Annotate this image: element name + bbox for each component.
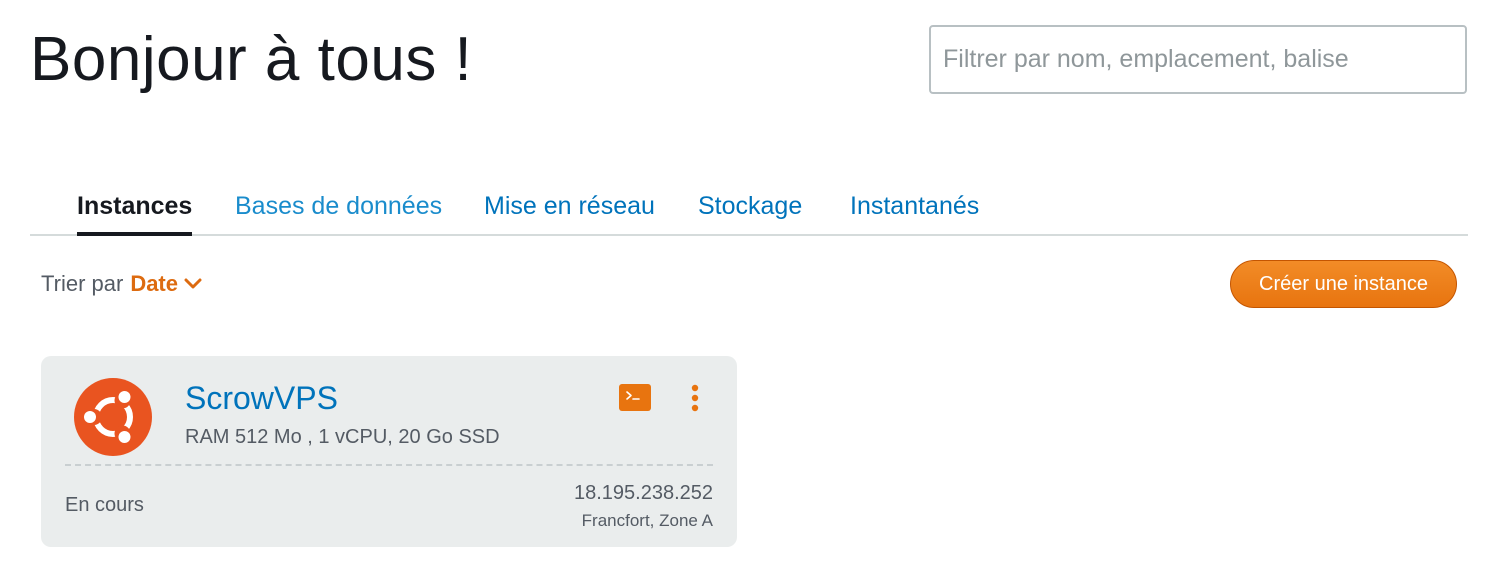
ubuntu-icon — [74, 378, 152, 456]
lightsail-home: Bonjour à tous ! Instances Bases de donn… — [0, 0, 1489, 583]
terminal-icon — [626, 391, 640, 400]
tab-databases[interactable]: Bases de données — [235, 182, 442, 234]
page-title: Bonjour à tous ! — [30, 25, 473, 94]
instance-menu-button[interactable] — [685, 384, 705, 414]
tab-networking[interactable]: Mise en réseau — [484, 182, 655, 234]
search-input[interactable] — [929, 25, 1467, 94]
instance-status: En cours — [65, 494, 144, 516]
create-instance-button[interactable]: Créer une instance — [1230, 260, 1457, 308]
sort-value-label: Date — [130, 271, 178, 296]
sort-prefix-label: Trier par — [41, 271, 124, 296]
tab-bar: Instances Bases de données Mise en résea… — [30, 182, 1468, 236]
instance-ip: 18.195.238.252 — [573, 482, 713, 504]
instance-specs: RAM 512 Mo , 1 vCPU, 20 Go SSD — [185, 426, 500, 448]
chevron-down-icon — [184, 278, 202, 289]
tab-instances[interactable]: Instances — [77, 182, 193, 236]
sort-control: Trier par Date — [41, 268, 202, 300]
tab-storage[interactable]: Stockage — [698, 182, 802, 234]
tab-snapshots[interactable]: Instantanés — [850, 182, 979, 234]
card-divider — [65, 464, 713, 466]
instance-location: Francfort, Zone A — [581, 511, 713, 530]
instance-name-link[interactable]: ScrowVPS — [185, 380, 338, 417]
instance-card: ScrowVPS RAM 512 Mo , 1 vCPU, 20 Go SSD … — [41, 356, 737, 547]
connect-ssh-button[interactable] — [619, 384, 651, 411]
more-vertical-icon — [691, 384, 699, 412]
sort-dropdown[interactable]: Date — [130, 268, 202, 300]
